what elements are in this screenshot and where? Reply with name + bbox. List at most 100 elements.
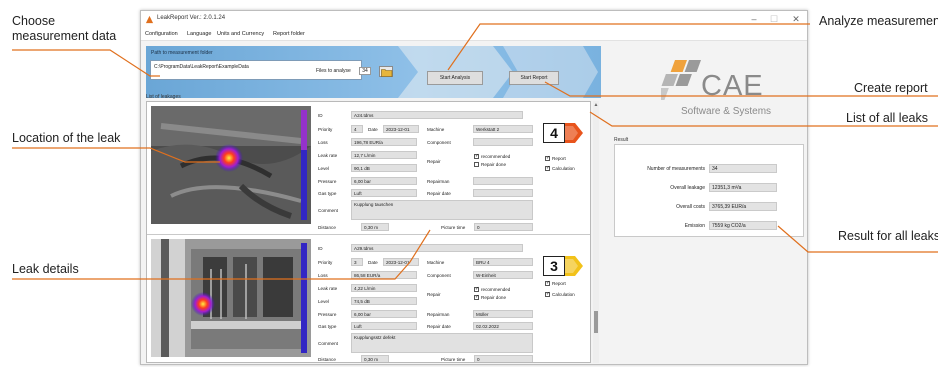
gas-type-value[interactable]: Luft — [351, 189, 417, 197]
repairman-label: Repairman — [427, 179, 450, 184]
start-report-button[interactable]: Start Report — [509, 71, 559, 85]
priority-value[interactable]: 4 — [351, 125, 363, 133]
gas-type-label: Gas type — [318, 191, 337, 196]
level-value: 90,1 dB — [351, 164, 417, 172]
repair-date-value[interactable]: 02.02.2022 — [473, 322, 533, 330]
overall-leakage-value: 12351,3 m³/a — [709, 183, 777, 192]
recommended-checkbox[interactable] — [474, 154, 479, 159]
minimize-button[interactable]: – — [747, 14, 761, 24]
date-label: Date — [368, 260, 378, 265]
path-label: Path to measurement folder — [151, 50, 213, 56]
leak-rate-label: Leak rate — [318, 153, 338, 158]
loss-label: Loss — [318, 273, 328, 278]
scroll-thumb[interactable] — [594, 311, 598, 333]
distance-label: Distance — [318, 225, 336, 230]
repair-date-label: Repair date — [427, 191, 451, 196]
logo-mark — [661, 60, 701, 100]
id-value: A24.tdms — [351, 111, 523, 119]
id-label: ID — [318, 113, 323, 118]
report-checkbox[interactable] — [545, 281, 550, 286]
number-of-measurements-label: Number of measurements — [647, 166, 705, 172]
callout-choose-line2: measurement data — [12, 29, 117, 43]
leak-rate-label: Leak rate — [318, 286, 338, 291]
menu-bar: Configuration Language Units and Currenc… — [141, 29, 807, 41]
maximize-button[interactable]: ☐ — [767, 14, 781, 25]
recommended-checkbox[interactable] — [474, 287, 479, 292]
callout-create-report: Create report — [854, 81, 928, 95]
priority-badge: 3 — [543, 256, 585, 276]
calculation-checkbox[interactable] — [545, 166, 550, 171]
picture-time-value[interactable]: 0 — [474, 223, 533, 231]
repair-done-checkbox[interactable] — [474, 162, 479, 167]
gas-type-value[interactable]: Luft — [351, 322, 417, 330]
leak-list: ID A24.tdms Priority 4 Date 2023-12-01 L… — [146, 101, 591, 363]
leak-rate-value: 4,22 L/min — [351, 284, 417, 292]
picture-time-value[interactable]: 0 — [474, 355, 533, 362]
scroll-up-icon[interactable]: ▲ — [593, 102, 599, 108]
folder-icon — [381, 69, 393, 77]
leakreport-window: LeakReport Ver.: 2.0.1.24 – ☐ ✕ Configur… — [140, 10, 808, 365]
comment-label: Comment — [318, 208, 338, 213]
machine-value[interactable]: Werkstatt 2 — [473, 125, 533, 133]
repairman-value[interactable]: Müller — [473, 310, 533, 318]
distance-value[interactable]: 0,30 m — [361, 223, 389, 231]
leak-photo — [151, 239, 311, 357]
component-value[interactable]: W-Einheit — [473, 271, 533, 279]
repairman-value[interactable] — [473, 177, 533, 185]
report-label: Report — [552, 156, 566, 161]
window-title: LeakReport Ver.: 2.0.1.24 — [157, 15, 226, 21]
menu-language[interactable]: Language — [187, 31, 211, 37]
logo-tagline: Software & Systems — [681, 106, 772, 117]
callout-location-of-leak: Location of the leak — [12, 131, 121, 145]
app-icon — [145, 15, 154, 24]
date-value[interactable]: 2023-12-01 — [383, 125, 419, 133]
menu-report-folder[interactable]: Report folder — [273, 31, 305, 37]
date-value[interactable]: 2023-12-01 — [383, 258, 419, 266]
report-label: Report — [552, 281, 566, 286]
repair-done-label: Repair done — [481, 295, 507, 300]
list-scrollbar[interactable]: ▲ — [593, 101, 599, 363]
distance-value[interactable]: 0,30 m — [361, 355, 389, 362]
distance-label: Distance — [318, 357, 336, 362]
menu-configuration[interactable]: Configuration — [145, 31, 178, 37]
repair-date-value[interactable] — [473, 189, 533, 197]
priority-value[interactable]: 3 — [351, 258, 363, 266]
report-checkbox[interactable] — [545, 156, 550, 161]
leak-photo — [151, 106, 311, 224]
files-to-analyse-label: Files to analyse — [316, 68, 351, 74]
leak-card[interactable]: ID A24.tdms Priority 4 Date 2023-12-01 L… — [147, 102, 590, 231]
calculation-label: Calculation — [552, 166, 575, 171]
number-of-measurements-value: 34 — [709, 164, 777, 173]
component-value[interactable] — [473, 138, 533, 146]
pressure-value[interactable]: 6,00 bar — [351, 310, 417, 318]
priority-badge: 4 — [543, 123, 585, 143]
start-analysis-button[interactable]: Start Analysis — [427, 71, 483, 85]
picture-time-label: Picture time — [441, 225, 466, 230]
level-label: Level — [318, 299, 329, 304]
callout-choose-measurement-data: Choose measurement data — [12, 14, 116, 44]
files-to-analyse-value: 34 — [359, 67, 371, 75]
recommended-label: recommended — [481, 287, 511, 292]
leak-rate-value: 12,7 L/min — [351, 151, 417, 159]
close-button[interactable]: ✕ — [789, 14, 803, 25]
gas-type-label: Gas type — [318, 324, 337, 329]
pressure-value[interactable]: 6,00 bar — [351, 177, 417, 185]
machine-value[interactable]: BRU 4 — [473, 258, 533, 266]
repair-done-checkbox[interactable] — [474, 295, 479, 300]
menu-units-currency[interactable]: Units and Currency — [217, 31, 264, 37]
repairman-label: Repairman — [427, 312, 450, 317]
component-label: Component — [427, 273, 451, 278]
calculation-checkbox[interactable] — [545, 292, 550, 297]
leak-card[interactable]: ID A29.tdms Priority 3 Date 2023-12-01 L… — [147, 235, 590, 362]
date-label: Date — [368, 127, 378, 132]
recommended-label: recommended — [481, 154, 511, 159]
comment-value[interactable]: Kupplung tauschen — [351, 200, 533, 220]
browse-folder-button[interactable] — [379, 66, 393, 77]
comment-value[interactable]: Kupplungsstz defekt — [351, 333, 533, 353]
pressure-label: Pressure — [318, 179, 337, 184]
callout-analyze-measurements: Analyze measurements — [819, 14, 938, 28]
priority-badge-number: 3 — [543, 256, 565, 276]
list-label: List of leakages — [146, 94, 181, 100]
callout-choose-line1: Choose — [12, 14, 56, 28]
result-label: Result — [614, 137, 629, 143]
